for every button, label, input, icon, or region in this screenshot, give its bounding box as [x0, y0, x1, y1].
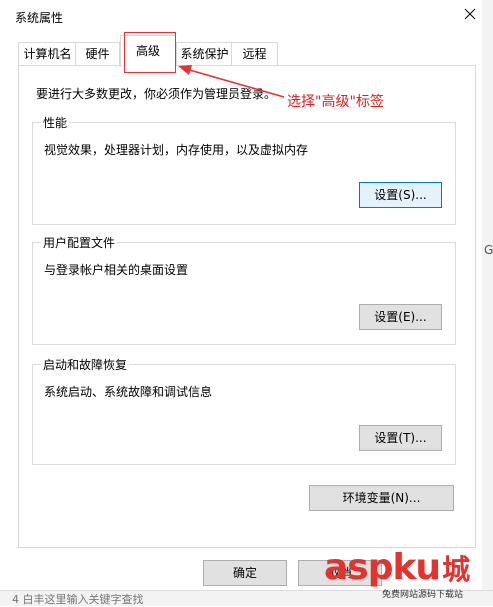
tab-hardware[interactable]: 硬件	[75, 42, 120, 65]
annotation-text: 选择"高级"标签	[287, 94, 384, 110]
startup-recovery-title: 启动和故障恢复	[41, 356, 130, 373]
user-profiles-title: 用户配置文件	[41, 234, 118, 251]
user-profiles-desc: 与登录帐户相关的桌面设置	[44, 263, 189, 277]
system-properties-window: 系统属性 计算机名 硬件 高级 系统保护 远程 要进行大多数更改，你必须作为管理…	[0, 0, 483, 605]
tab-remote[interactable]: 远程	[231, 42, 278, 65]
startup-recovery-group: 启动和故障恢复 系统启动、系统故障和调试信息 设置(T)...	[32, 356, 456, 465]
tab-system-protection[interactable]: 系统保护	[176, 42, 233, 65]
startup-recovery-desc: 系统启动、系统故障和调试信息	[44, 385, 213, 399]
aspku-watermark: aspku城 免费网站源码下载站	[322, 547, 493, 605]
performance-group: 性能 视觉效果，处理器计划，内存使用，以及虚拟内存 设置(S)...	[32, 114, 456, 225]
performance-title: 性能	[41, 114, 70, 131]
performance-settings-button[interactable]: 设置(S)...	[359, 182, 442, 208]
environment-variables-button[interactable]: 环境变量(N)...	[309, 485, 454, 511]
user-profiles-settings-button[interactable]: 设置(E)...	[359, 304, 442, 330]
close-icon	[464, 8, 476, 20]
admin-hint: 要进行大多数更改，你必须作为管理员登录。	[36, 87, 277, 101]
close-button[interactable]	[460, 4, 480, 24]
background-char: G	[484, 243, 493, 257]
watermark-subtitle: 免费网站源码下载站	[382, 590, 464, 600]
startup-recovery-settings-button[interactable]: 设置(T)...	[359, 425, 442, 451]
ok-button[interactable]: 确定	[203, 560, 287, 586]
user-profiles-group: 用户配置文件 与登录帐户相关的桌面设置 设置(E)...	[32, 234, 456, 345]
background-window-edge: G	[482, 0, 493, 605]
window-title: 系统属性	[15, 11, 64, 25]
performance-desc: 视觉效果，处理器计划，内存使用，以及虚拟内存	[44, 143, 309, 157]
watermark-logo: aspku城	[324, 547, 470, 588]
annotation-highlight-box	[124, 32, 176, 73]
tab-computer-name[interactable]: 计算机名	[18, 42, 77, 65]
